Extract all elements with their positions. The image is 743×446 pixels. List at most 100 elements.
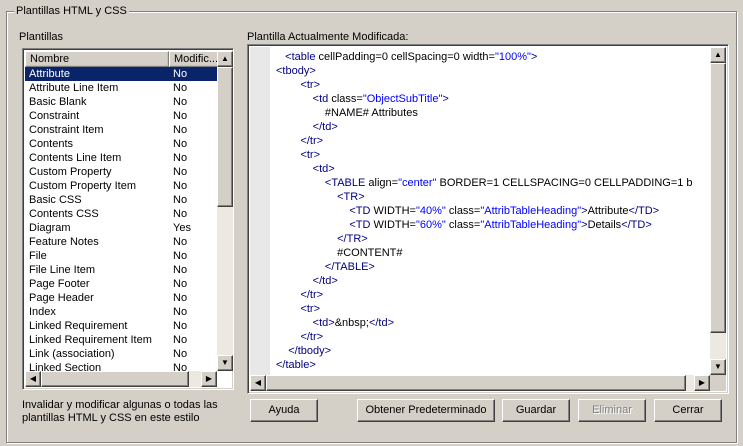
code-token: <table [276,51,319,63]
code-line: <TABLE align="center" BORDER=1 CELLSPACI… [276,176,710,190]
template-name: Linked Requirement [29,320,128,332]
template-modified: No [173,306,188,318]
code-token: "100%" [494,51,531,63]
list-item[interactable]: Attribute Line Item No [25,81,219,95]
column-header-name[interactable]: Nombre [25,51,169,67]
code-token: <tr> [276,79,321,91]
list-item[interactable]: Index No [25,305,219,319]
template-modified: No [173,96,188,108]
editor-horizontal-scrollbar[interactable]: ◀ ▶ [250,375,710,391]
code-line: <table cellPadding=0 cellSpacing=0 width… [276,50,710,64]
code-line: #NAME# Attributes [276,106,710,120]
code-line: <td class="ObjectSubTitle"> [276,92,710,106]
code-token: align= [368,177,399,189]
code-line: #CONTENT# [276,246,710,260]
code-token: "AttribTableHeading" [480,205,582,217]
list-scroll-thumb[interactable] [217,67,233,207]
scroll-down-icon[interactable]: ▼ [710,359,726,375]
list-item[interactable]: Basic CSS No [25,193,219,207]
template-modified: No [173,236,188,248]
code-token: <td [276,93,332,105]
close-button[interactable]: Cerrar [654,399,722,422]
code-token: </tr> [276,289,324,301]
code-line: <TD WIDTH="40%" class="AttribTableHeadin… [276,204,710,218]
list-item[interactable]: Link (association) No [25,347,219,361]
code-token: > [530,51,538,63]
editor-scroll-thumb[interactable] [710,63,726,333]
scroll-right-icon[interactable]: ▶ [694,375,710,391]
list-horizontal-scrollbar[interactable]: ◀ ▶ [25,371,217,387]
editor-vertical-scrollbar[interactable]: ▲ ▼ [710,47,726,375]
scroll-right-icon[interactable]: ▶ [201,371,217,387]
column-header-modified[interactable]: Modific... [169,51,219,67]
code-token: </td> [276,121,338,133]
template-modified: No [173,138,188,150]
list-header: Nombre Modific... [25,51,219,67]
template-modified: No [173,166,188,178]
list-item[interactable]: Attribute No [25,67,219,81]
template-modified: No [173,348,188,360]
template-name: Constraint Item [29,124,104,136]
code-token: "60%" [415,219,446,231]
list-item[interactable]: Custom Property Item No [25,179,219,193]
templates-label: Plantillas [19,31,64,43]
template-name: File Line Item [29,264,96,276]
help-button[interactable]: Ayuda [250,399,318,422]
code-line: </TABLE> [276,260,710,274]
code-token: Details [587,219,622,231]
template-code-editor[interactable]: <table cellPadding=0 cellSpacing=0 width… [247,44,729,394]
list-item[interactable]: Constraint Item No [25,123,219,137]
code-token: </TR> [276,233,368,245]
list-item[interactable]: Feature Notes No [25,235,219,249]
delete-button[interactable]: Eliminar [578,399,646,422]
template-name: Diagram [29,222,71,234]
list-item[interactable]: Custom Property No [25,165,219,179]
code-token: </tr> [276,135,324,147]
list-item[interactable]: Linked Requirement Item No [25,333,219,347]
code-token: cellPadding=0 cellSpacing=0 width= [318,51,495,63]
list-item[interactable]: Contents CSS No [25,207,219,221]
list-item[interactable]: Linked Requirement No [25,319,219,333]
code-token: WIDTH= [373,219,416,231]
code-token: </td> [368,317,395,329]
template-name: Contents [29,138,74,150]
template-modified: Yes [173,222,191,234]
list-vertical-scrollbar[interactable]: ▲ ▼ [217,51,233,371]
scroll-left-icon[interactable]: ◀ [250,375,266,391]
scroll-up-icon[interactable]: ▲ [217,51,233,67]
template-modified: No [173,124,188,136]
code-line: </tr> [276,134,710,148]
code-token: </TD> [621,219,652,231]
list-item[interactable]: Constraint No [25,109,219,123]
list-item[interactable]: Page Header No [25,291,219,305]
code-line: <tr> [276,148,710,162]
editor-hscroll-thumb[interactable] [266,375,686,391]
list-item[interactable]: Contents Line Item No [25,151,219,165]
hint-text: Invalidar y modificar algunas o todas la… [22,399,218,424]
scroll-left-icon[interactable]: ◀ [25,371,41,387]
code-content[interactable]: <table cellPadding=0 cellSpacing=0 width… [276,50,710,374]
list-item[interactable]: File Line Item No [25,263,219,277]
template-modified: No [173,264,188,276]
code-token: #CONTENT# [276,247,403,259]
save-button[interactable]: Guardar [502,399,570,422]
list-item[interactable]: Basic Blank No [25,95,219,109]
template-name: Link (association) [29,348,115,360]
template-name: Basic Blank [29,96,87,108]
list-hscroll-thumb[interactable] [41,371,189,387]
get-default-button[interactable]: Obtener Predeterminado [357,399,495,422]
list-item[interactable]: Page Footer No [25,277,219,291]
template-modified: No [173,68,188,80]
scroll-up-icon[interactable]: ▲ [710,47,726,63]
list-item[interactable]: File No [25,249,219,263]
code-token: <TD [276,205,374,217]
list-item[interactable]: Contents No [25,137,219,151]
templates-list[interactable]: Nombre Modific... Attribute No Attribute L… [22,48,234,390]
code-token: </TABLE> [276,261,375,273]
code-token: <TABLE [276,177,369,189]
list-item[interactable]: Diagram Yes [25,221,219,235]
scroll-down-icon[interactable]: ▼ [217,355,233,371]
code-line: <tr> [276,78,710,92]
template-name: Contents Line Item [29,152,122,164]
code-token: </table> [276,359,316,371]
